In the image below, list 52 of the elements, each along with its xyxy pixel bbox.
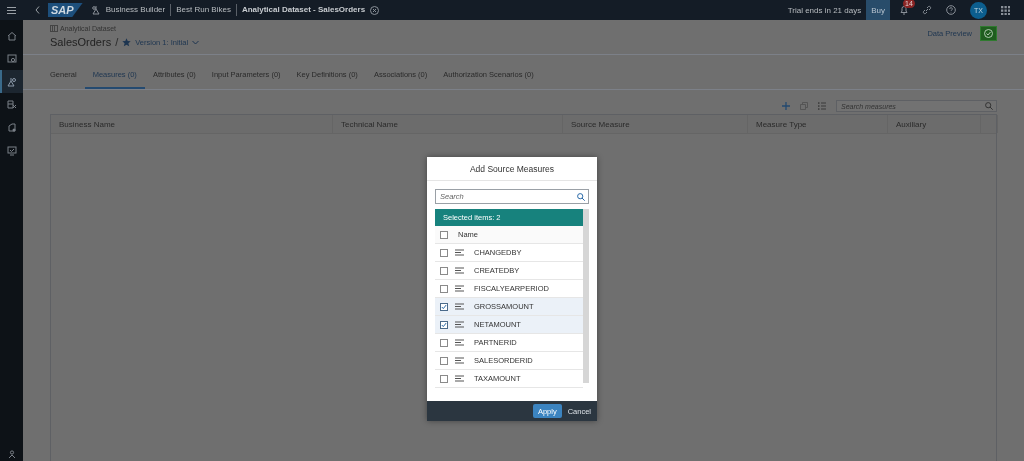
person-icon[interactable] xyxy=(7,450,16,458)
title-separator: / xyxy=(115,36,119,48)
dataset-icon xyxy=(50,25,58,32)
menu-icon[interactable] xyxy=(7,6,16,14)
measure-icon xyxy=(455,267,464,274)
link-icon[interactable] xyxy=(922,5,932,15)
buy-button[interactable]: Buy xyxy=(866,0,890,20)
column-header: Measure Type xyxy=(748,115,888,133)
search-icon[interactable] xyxy=(577,192,585,201)
measure-icon xyxy=(455,321,464,328)
checkbox[interactable] xyxy=(440,248,448,257)
sidebar-item[interactable] xyxy=(0,70,23,93)
measure-icon xyxy=(455,285,464,292)
list-icon[interactable] xyxy=(818,102,826,110)
monitor-icon xyxy=(6,145,17,156)
app-grid-icon[interactable] xyxy=(1001,5,1010,15)
deploy-button[interactable] xyxy=(980,25,997,41)
checkbox[interactable] xyxy=(440,320,448,329)
home-icon xyxy=(6,30,17,41)
checkbox[interactable] xyxy=(440,338,448,347)
measure-icon xyxy=(455,249,464,256)
scrollbar[interactable] xyxy=(583,209,589,383)
star-icon xyxy=(122,37,132,47)
checkbox[interactable] xyxy=(440,266,448,275)
browser-icon xyxy=(6,53,17,64)
search-icon[interactable] xyxy=(985,102,993,110)
builder-icon xyxy=(6,76,17,87)
checkbox[interactable] xyxy=(440,230,448,239)
column-header: Auxiliary xyxy=(888,115,981,133)
checkbox[interactable] xyxy=(440,374,448,383)
bell-icon[interactable] xyxy=(900,5,908,15)
check-circle-icon xyxy=(984,28,993,38)
checkbox[interactable] xyxy=(440,284,448,293)
logo: SAP xyxy=(48,3,83,17)
measure-icon xyxy=(455,375,464,382)
close-icon[interactable] xyxy=(370,5,380,15)
column-header: Technical Name xyxy=(333,115,563,133)
checkbox[interactable] xyxy=(440,302,448,311)
measure-icon xyxy=(455,357,464,364)
builder-icon xyxy=(90,5,101,15)
help-icon[interactable] xyxy=(946,5,956,15)
back-icon[interactable] xyxy=(35,6,40,14)
measure-icon xyxy=(455,339,464,346)
dialog-title: Add Source Measures xyxy=(427,157,597,181)
measure-icon xyxy=(455,303,464,310)
dataset-title: SalesOrders xyxy=(50,36,112,48)
table-icon xyxy=(6,99,17,110)
breadcrumb-link[interactable]: Business Builder xyxy=(100,4,172,16)
checkbox[interactable] xyxy=(440,356,448,365)
plus-icon[interactable] xyxy=(782,102,790,110)
trial-text: Trial ends in 21 days xyxy=(787,5,862,15)
breadcrumb-link[interactable]: Best Run Bikes xyxy=(171,4,237,16)
